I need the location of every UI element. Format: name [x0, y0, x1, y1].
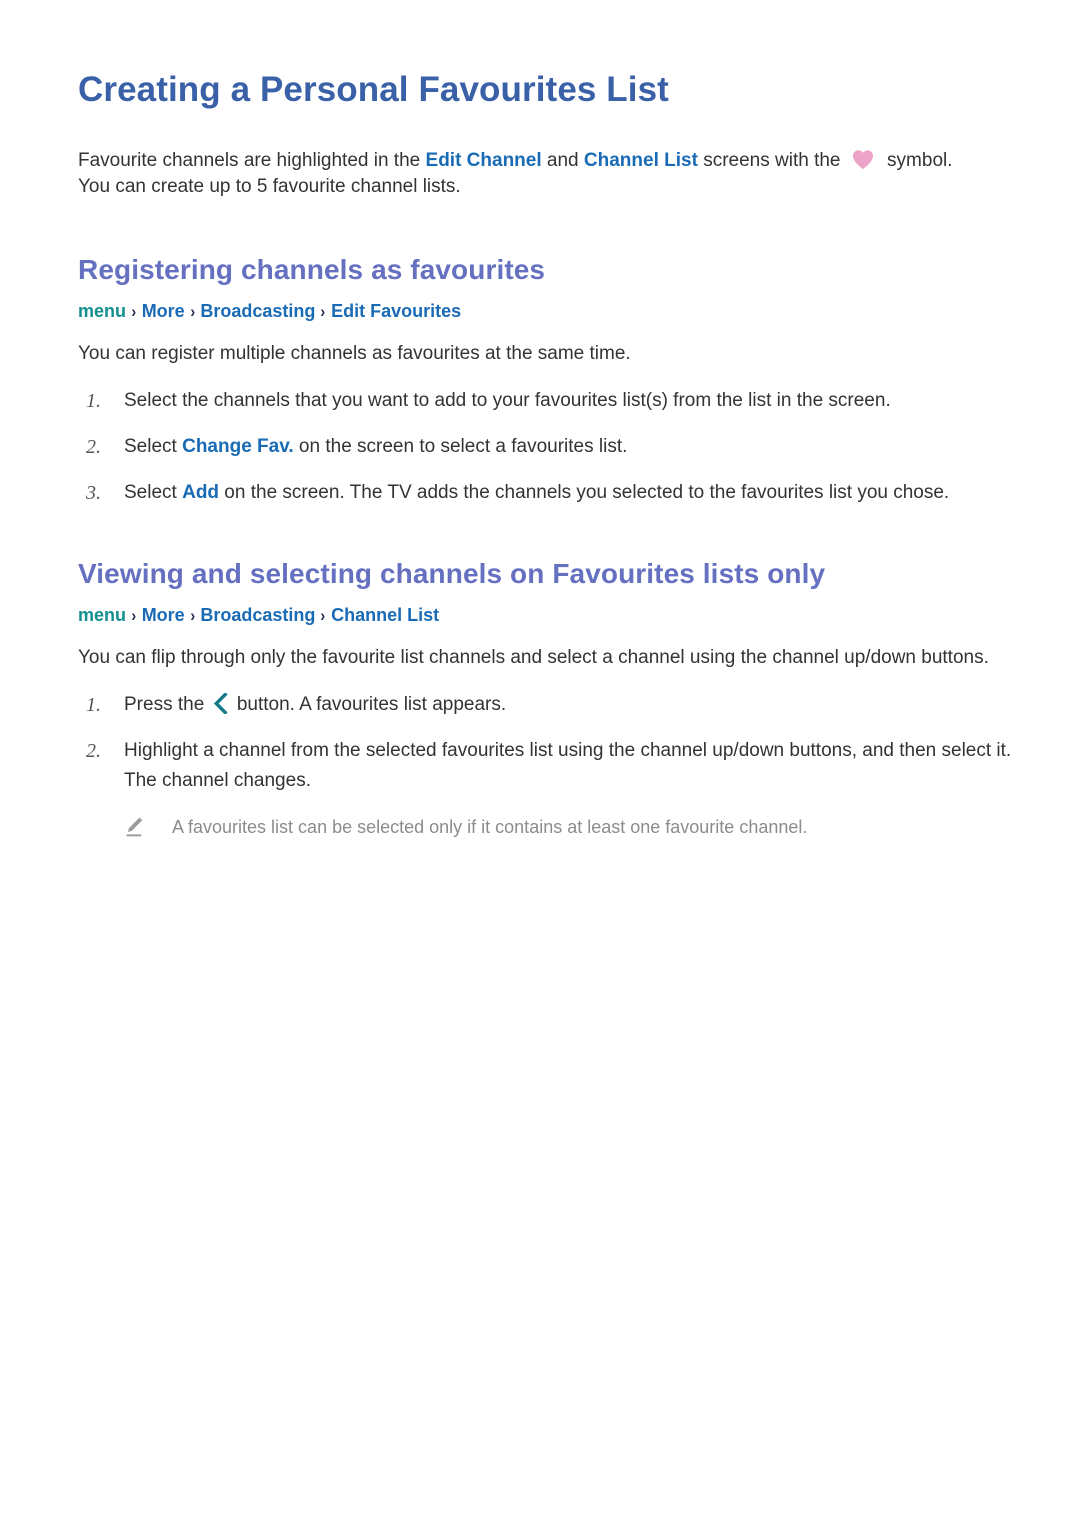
section2-lead-paragraph: You can flip through only the favourite …: [78, 647, 989, 668]
link-channel-list[interactable]: Channel List: [584, 150, 698, 171]
chevron-right-icon: ›: [131, 302, 137, 321]
step-number: 3.: [86, 482, 101, 504]
chevron-right-icon: ›: [320, 302, 326, 321]
chevron-right-icon: ›: [320, 606, 326, 625]
link-add[interactable]: Add: [182, 482, 219, 503]
section1-lead-paragraph: You can register multiple channels as fa…: [78, 343, 631, 364]
breadcrumb-viewing: menu › More › Broadcasting › Channel List: [78, 592, 1018, 629]
breadcrumb-item-more[interactable]: More: [142, 301, 185, 321]
breadcrumb-registering: menu › More › Broadcasting › Edit Favourites: [78, 288, 1018, 325]
chevron-right-icon: ›: [190, 302, 195, 321]
back-chevron-icon: [213, 693, 228, 714]
link-edit-channel[interactable]: Edit Channel: [426, 150, 542, 171]
breadcrumb-item-broadcasting[interactable]: Broadcasting: [200, 605, 315, 625]
breadcrumb-item-broadcasting[interactable]: Broadcasting: [200, 301, 315, 321]
document-page: Creating a Personal Favourites List Favo…: [0, 0, 1080, 1527]
intro-text-part4: symbol.: [881, 150, 953, 171]
step-number: 1.: [86, 694, 101, 716]
step-text: Highlight a channel from the selected fa…: [124, 740, 1012, 791]
breadcrumb-item-menu[interactable]: menu: [78, 605, 126, 625]
step-number: 2.: [86, 740, 101, 762]
intro-text-line2: You can create up to 5 favourite channel…: [78, 176, 461, 197]
step-text: Select the channels that you want to add…: [124, 390, 891, 411]
section-heading-viewing: Viewing and selecting channels on Favour…: [78, 558, 826, 589]
step-text-suffix: on the screen to select a favourites lis…: [293, 436, 628, 457]
page-title: Creating a Personal Favourites List: [78, 70, 669, 109]
list-item: 2. Select Change Fav. on the screen to s…: [78, 432, 1018, 462]
step-number: 1.: [86, 390, 101, 412]
note-row: A favourites list can be selected only i…: [78, 796, 1018, 840]
section1-steps-list: 1. Select the channels that you want to …: [78, 386, 1018, 508]
list-item: 1. Select the channels that you want to …: [78, 386, 1018, 416]
list-item: 3. Select Add on the screen. The TV adds…: [78, 478, 1018, 508]
breadcrumb-item-more[interactable]: More: [142, 605, 185, 625]
breadcrumb-item-channel-list[interactable]: Channel List: [331, 605, 439, 625]
chevron-right-icon: ›: [190, 606, 195, 625]
breadcrumb-item-edit-favourites[interactable]: Edit Favourites: [331, 301, 461, 321]
section2-steps-list: 1. Press the button. A favourites list a…: [78, 690, 1018, 796]
link-change-fav[interactable]: Change Fav.: [182, 436, 294, 457]
intro-text-part3: screens with the: [697, 150, 846, 171]
heart-icon: [852, 149, 874, 170]
list-item: 1. Press the button. A favourites list a…: [78, 690, 1018, 720]
intro-text-part1: Favourite channels are highlighted in th…: [78, 150, 426, 171]
list-item: 2. Highlight a channel from the selected…: [78, 736, 1018, 796]
intro-text-part2: and: [541, 150, 584, 171]
step-text-suffix: button. A favourites list appears.: [231, 694, 507, 715]
chevron-right-icon: ›: [131, 606, 137, 625]
pencil-note-icon: [124, 814, 144, 840]
step-text-suffix: on the screen. The TV adds the channels …: [219, 482, 950, 503]
section-heading-registering: Registering channels as favourites: [78, 254, 546, 285]
intro-paragraph: Favourite channels are highlighted in th…: [78, 112, 1018, 200]
step-text-prefix: Select: [124, 436, 183, 457]
breadcrumb-item-menu[interactable]: menu: [78, 301, 126, 321]
step-number: 2.: [86, 436, 101, 458]
step-text-prefix: Select: [124, 482, 183, 503]
step-text-prefix: Press the: [124, 694, 210, 715]
note-text: A favourites list can be selected only i…: [172, 817, 808, 837]
